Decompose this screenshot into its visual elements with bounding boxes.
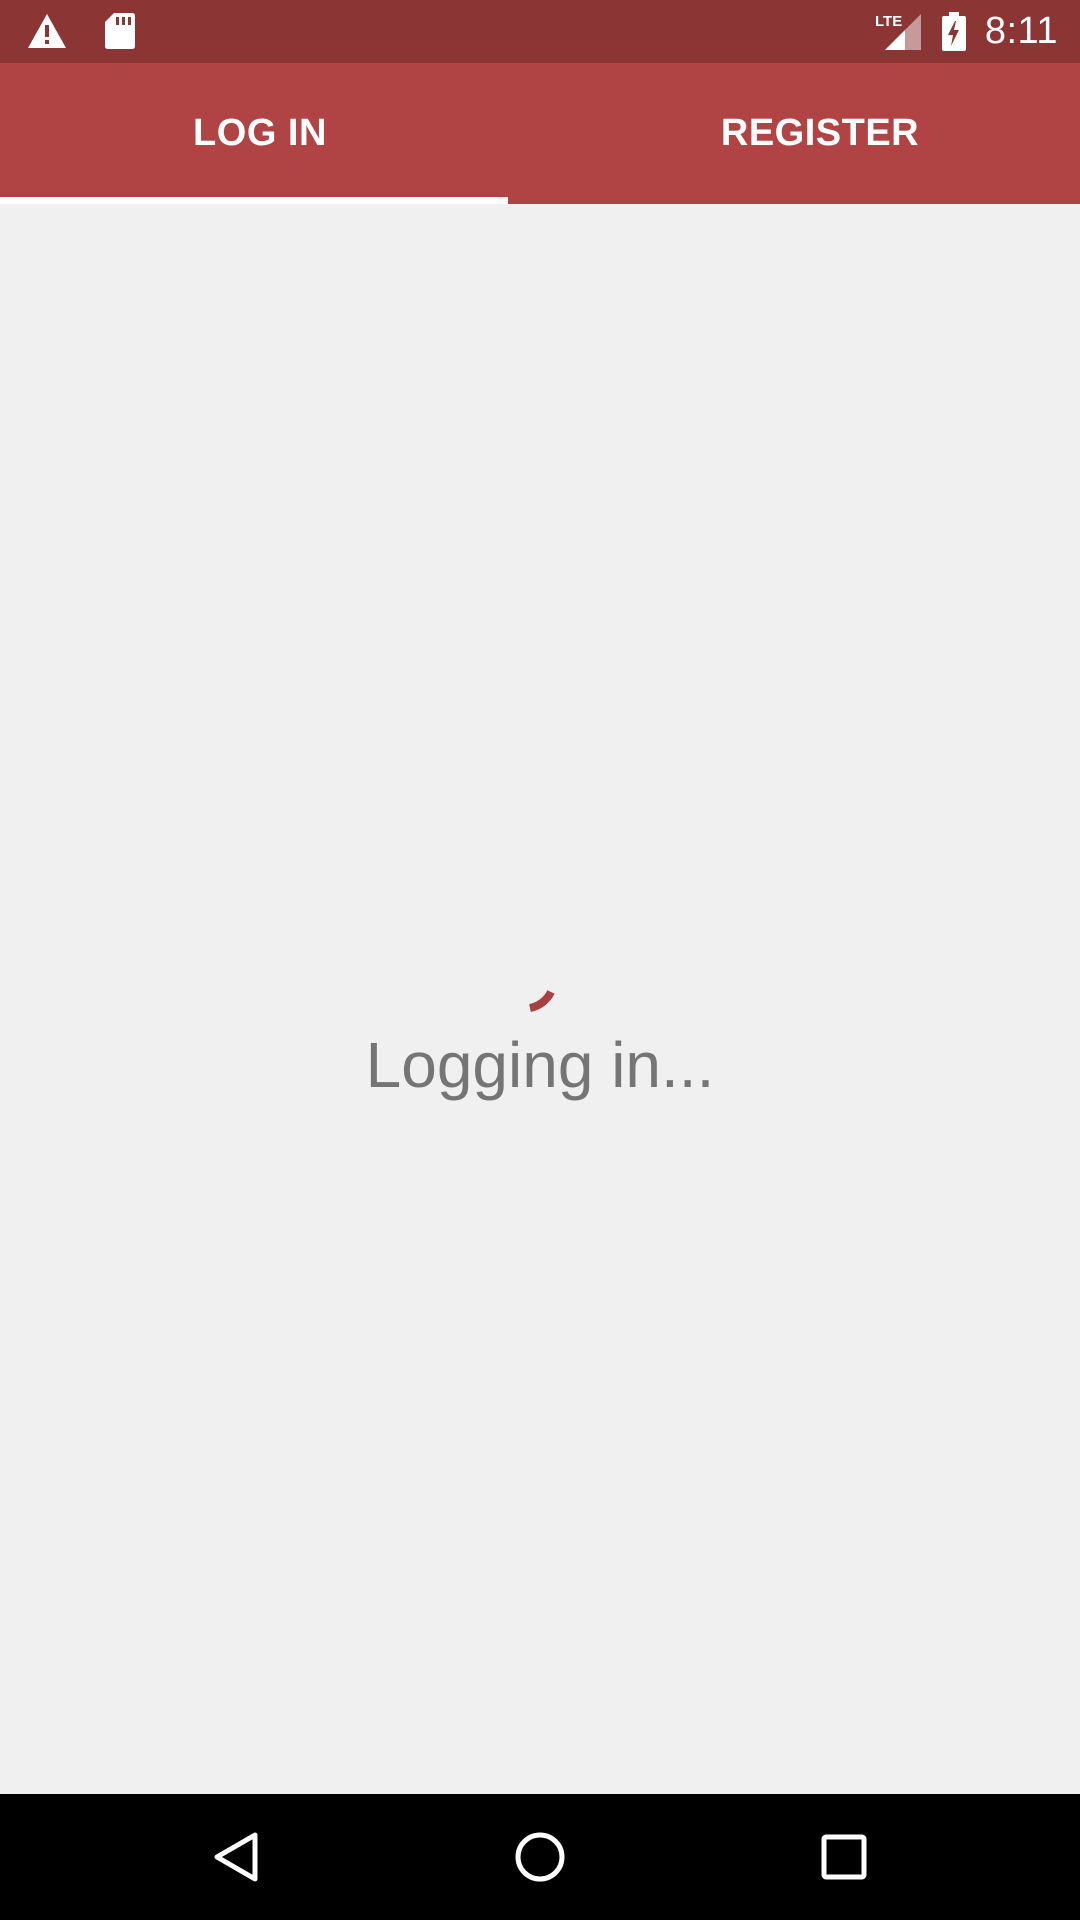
recents-button[interactable] [784, 1794, 904, 1920]
status-right-icons: LTE 8:11 [875, 0, 1058, 63]
home-button[interactable] [480, 1794, 600, 1920]
sd-card-icon [104, 12, 136, 50]
status-left-icons [26, 12, 136, 50]
tab-log-in-label: LOG IN [193, 112, 327, 154]
login-content [0, 204, 1080, 1794]
home-icon [514, 1831, 566, 1883]
warning-icon [26, 12, 68, 50]
tab-register[interactable]: REGISTER [560, 63, 1080, 204]
signal-icon: LTE [875, 12, 923, 52]
back-button[interactable] [176, 1794, 296, 1920]
app-screen: LTE 8:11 LOG IN REGISTER Logging in... [0, 0, 1080, 1920]
back-icon [211, 1831, 261, 1883]
navigation-bar [0, 1794, 1080, 1920]
status-bar: LTE 8:11 [0, 0, 1080, 63]
battery-charging-icon [941, 11, 967, 52]
tab-indicator [0, 197, 508, 204]
network-label: LTE [875, 13, 902, 30]
tab-register-label: REGISTER [720, 112, 920, 154]
tab-log-in[interactable]: LOG IN [0, 63, 560, 204]
tab-bar: LOG IN REGISTER [0, 63, 1080, 204]
status-time: 8:11 [984, 10, 1058, 52]
recents-icon [820, 1833, 868, 1881]
loading-text: Logging in... [365, 1029, 715, 1101]
